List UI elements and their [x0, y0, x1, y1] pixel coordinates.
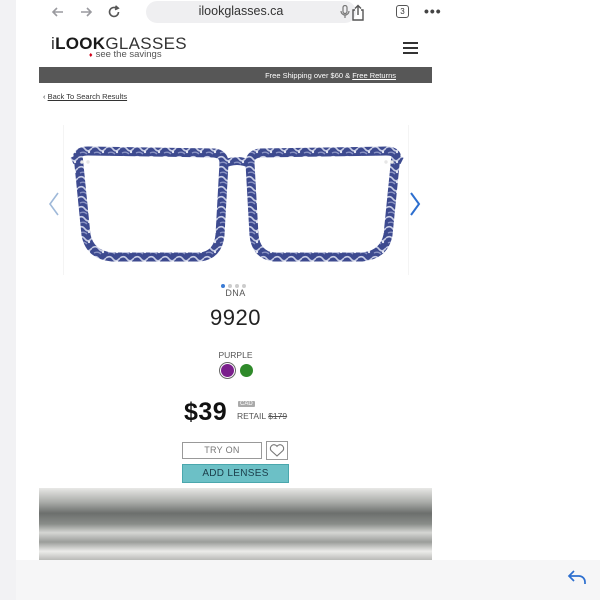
retail-price-value: $179: [268, 411, 288, 421]
product-brand: DNA: [225, 288, 246, 298]
color-swatch-green[interactable]: [240, 364, 253, 377]
url-text: ilookglasses.ca: [198, 4, 284, 18]
free-returns-link[interactable]: Free Returns: [352, 71, 396, 80]
favorite-button[interactable]: [266, 441, 288, 460]
screen: ilookglasses.ca 3 ••• iLOOKGLASSES ♦ see …: [0, 0, 600, 600]
more-icon[interactable]: •••: [424, 3, 442, 19]
retail-price: RETAIL $179: [237, 411, 287, 421]
background-photo-strip: [39, 488, 432, 560]
site-header: iLOOKGLASSES ♦ see the savings: [39, 30, 432, 66]
back-to-results-link[interactable]: ‹ Back To Search Results: [43, 92, 127, 101]
bottom-toolbar: [16, 560, 600, 600]
reply-arrow-icon[interactable]: [566, 566, 588, 588]
share-icon[interactable]: [350, 4, 366, 22]
reload-icon[interactable]: [104, 4, 124, 22]
address-bar[interactable]: ilookglasses.ca: [146, 1, 356, 23]
product-model: 9920: [210, 305, 261, 330]
left-edge-gutter: [0, 0, 16, 600]
logo-tagline: ♦ see the savings: [89, 49, 162, 60]
gallery-prev-arrow-icon[interactable]: [47, 190, 61, 218]
menu-icon[interactable]: [403, 42, 418, 54]
retail-label: RETAIL: [237, 411, 269, 421]
maple-leaf-icon: ♦: [89, 52, 93, 59]
heart-icon: [269, 444, 285, 457]
promo-text: Free Shipping over $60 &: [265, 71, 353, 80]
color-swatch-purple[interactable]: [219, 362, 236, 379]
product-gallery[interactable]: [63, 125, 409, 275]
try-on-button[interactable]: TRY ON: [182, 442, 262, 459]
gallery-next-arrow-icon[interactable]: [408, 190, 422, 218]
microphone-icon[interactable]: [340, 5, 350, 19]
web-page: iLOOKGLASSES ♦ see the savings Free Shipp…: [39, 30, 432, 560]
price: $39: [184, 398, 228, 426]
promo-bar: Free Shipping over $60 & Free Returns: [39, 67, 432, 83]
selected-color-label: PURPLE: [218, 350, 253, 360]
glasses-image: [70, 146, 404, 262]
add-lenses-button[interactable]: ADD LENSES: [182, 464, 289, 483]
currency-badge: CAD: [238, 401, 255, 407]
forward-arrow-icon[interactable]: [76, 4, 96, 22]
back-arrow-icon[interactable]: [48, 4, 68, 22]
browser-toolbar: ilookglasses.ca 3 •••: [16, 0, 441, 28]
tabs-icon[interactable]: 3: [396, 5, 409, 18]
